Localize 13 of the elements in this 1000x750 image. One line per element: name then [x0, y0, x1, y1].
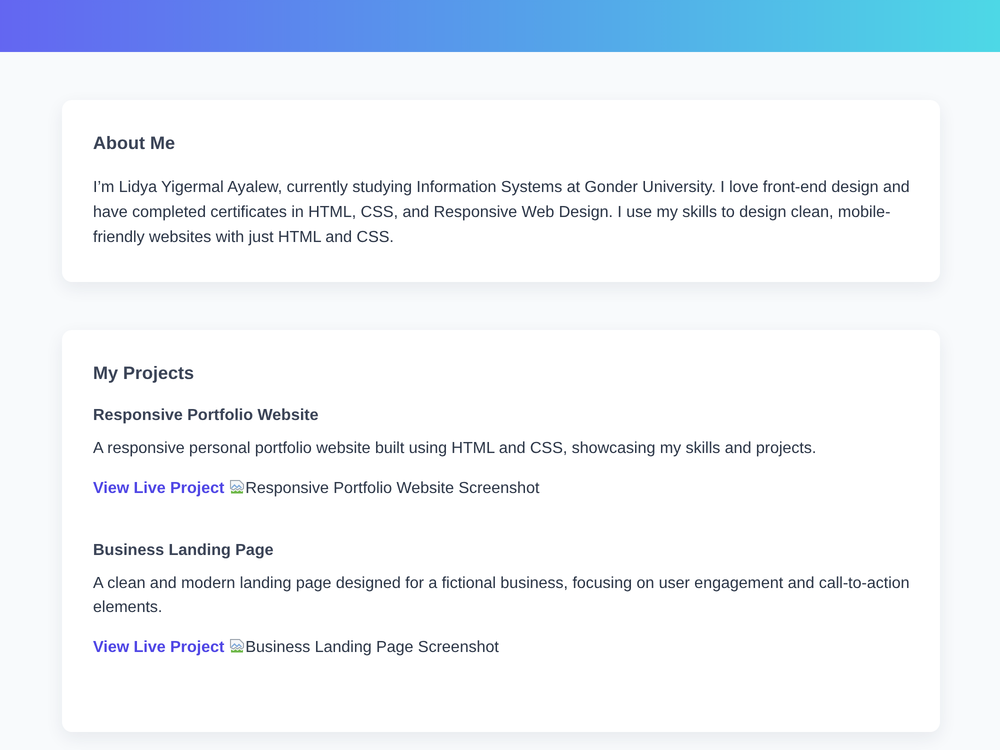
project-title: Responsive Portfolio Website: [93, 406, 320, 426]
image-alt-text: Business Landing Page Screenshot: [245, 638, 499, 658]
view-project-link[interactable]: View Live Project: [93, 477, 224, 501]
about-paragraph: I’m Lidya Yigermal Ayalew, currently studying Information Systems at Gonder University. I love front-end design and have completed certificates in HTML, CSS, and Responsive Web Design. I use my skills to design clean, mobile-friendly websites with just HTML and CSS.: [93, 178, 911, 248]
broken-image-icon: [229, 479, 246, 495]
image-alt-text: Responsive Portfolio Website Screenshot: [245, 479, 540, 499]
project-description: A clean and modern landing page designed for a fictional business, focusing on user engagement and call-to-action elements.: [93, 574, 911, 618]
project-description: A responsive personal portfolio website built using HTML and CSS, showcasing my skills and projects.: [93, 439, 818, 459]
broken-image-icon: [229, 638, 246, 654]
view-project-link[interactable]: View Live Project: [93, 636, 224, 660]
section-heading: About Me: [93, 132, 176, 154]
project-title: Business Landing Page: [93, 541, 274, 561]
section-heading: My Projects: [93, 362, 196, 384]
